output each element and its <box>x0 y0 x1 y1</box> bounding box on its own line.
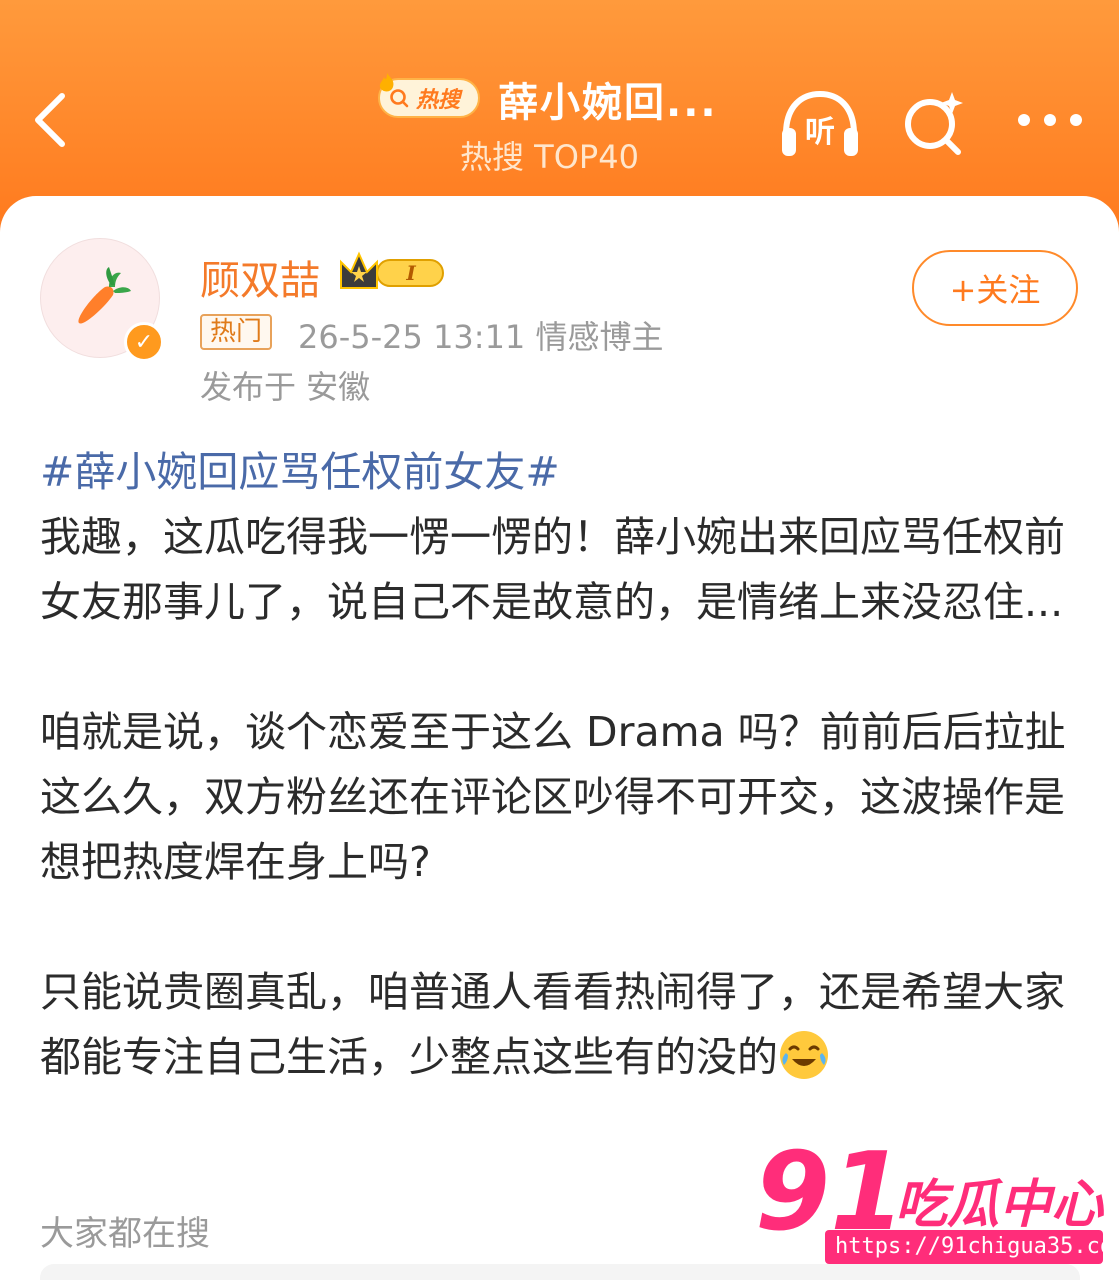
watermark-text: 吃瓜中心 <box>895 1175 1104 1235</box>
post-paragraph-1: 我趣，这瓜吃得我一愣一愣的！薛小婉出来回应骂任权前女友那事儿了，说自己不是故意的… <box>40 513 1065 626</box>
flame-icon <box>379 73 394 92</box>
laugh-cry-emoji-icon <box>780 1031 828 1079</box>
author-name[interactable]: 顾双喆 <box>200 248 320 306</box>
post-paragraph-2: 咱就是说，谈个恋爱至于这么 Drama 吗？前前后后拉扯这么久，双方粉丝还在评论… <box>40 708 1066 886</box>
listen-button[interactable]: 听 <box>778 88 862 160</box>
hot-search-badge[interactable]: 热搜 <box>378 73 480 118</box>
more-icon <box>1018 114 1082 126</box>
watermark-url: https://91chigua35.com <box>825 1230 1119 1264</box>
follow-button[interactable]: +关注 <box>912 250 1078 326</box>
trending-section-label: 大家都在搜 <box>40 1214 210 1254</box>
carrot-icon <box>78 267 131 324</box>
hot-tag: 热门 <box>200 314 273 350</box>
verified-icon: ✓ <box>124 322 164 362</box>
crown-icon[interactable]: I <box>337 250 447 294</box>
post-meta: 26-5-25 13:11 情感博主 <box>298 318 664 356</box>
post-hashtag[interactable]: #薛小婉回应骂任权前女友# <box>40 440 1080 505</box>
back-chevron-icon <box>35 93 65 147</box>
page-subtitle: 热搜 TOP40 <box>460 138 639 176</box>
more-button[interactable] <box>1010 100 1090 140</box>
search-button[interactable] <box>900 88 970 158</box>
page-title: 薛小婉回... <box>498 80 718 126</box>
hot-badge-label: 热搜 <box>416 88 461 113</box>
sparkle-search-icon <box>905 92 963 155</box>
watermark: 91 吃瓜中心 https://91chigua35.com <box>755 1138 1119 1270</box>
back-button[interactable] <box>30 90 80 150</box>
headphones-icon: 听 <box>782 90 858 156</box>
post-paragraph-3-text: 只能说贵圈真乱，咱普通人看看热闹得了，还是希望大家都能专注自己生活，少整点这些有… <box>40 968 1065 1081</box>
post-paragraph-3: 只能说贵圈真乱，咱普通人看看热闹得了，还是希望大家都能专注自己生活，少整点这些有… <box>40 960 1080 1090</box>
vip-level: I <box>405 261 416 285</box>
post-body: #薛小婉回应骂任权前女友# 我趣，这瓜吃得我一愣一愣的！薛小婉出来回应骂任权前女… <box>40 440 1080 1090</box>
post-location: 发布于 安徽 <box>200 368 371 406</box>
listen-label: 听 <box>805 115 835 150</box>
